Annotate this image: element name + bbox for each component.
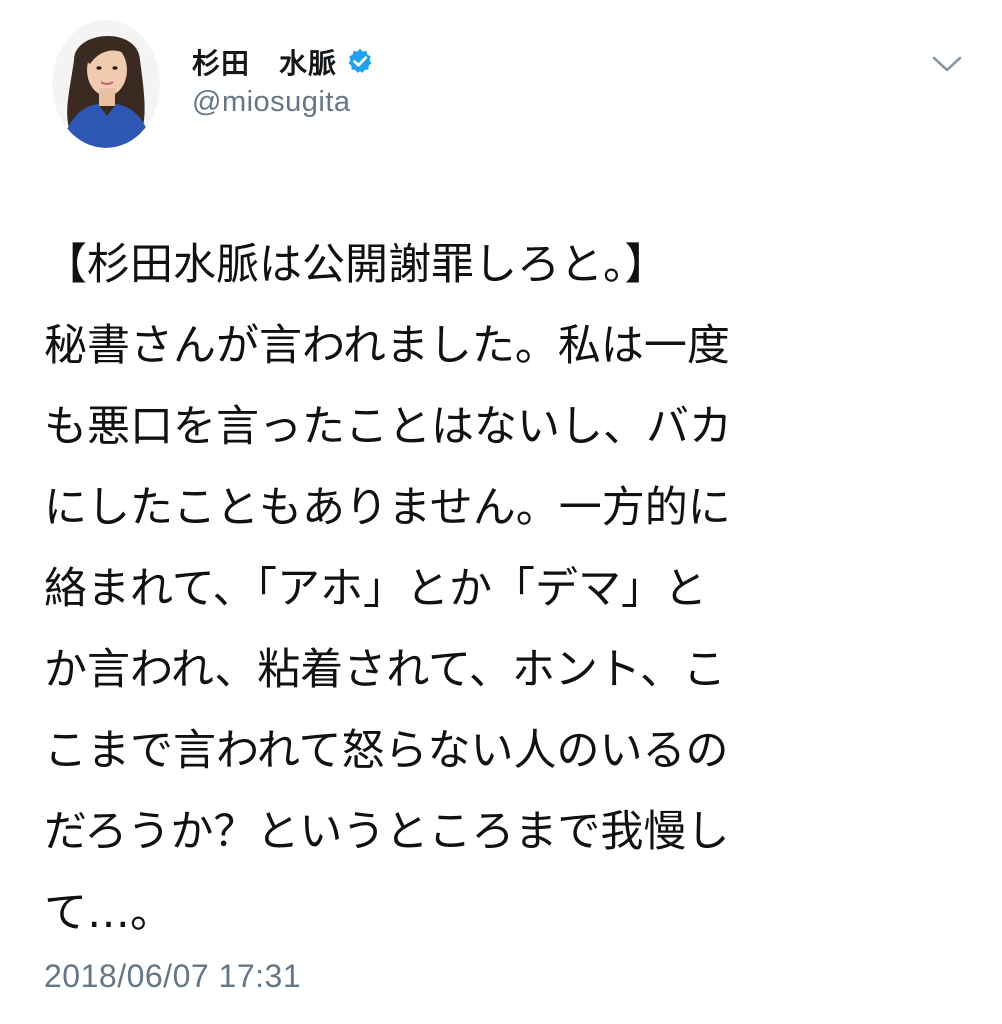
tweet-timestamp[interactable]: 2018/06/07 17:31 (44, 958, 301, 995)
avatar[interactable] (52, 20, 160, 148)
tweet-text: 【杉田水脈は公開謝罪しろと。】 秘書さんが言われました。私は一度 も悪口を言った… (44, 240, 732, 938)
chevron-down-icon[interactable] (930, 52, 964, 76)
profile-photo-icon (52, 20, 160, 148)
author-display-name[interactable]: 杉田 水脈 (192, 42, 337, 82)
author-handle[interactable]: @miosugita (192, 86, 351, 119)
author-name-row[interactable]: 杉田 水脈 (192, 40, 375, 84)
verified-badge-icon (345, 47, 375, 77)
tweet-card: 杉田 水脈 @miosugita 【杉田水脈は公開謝罪しろと。】 秘書さんが言わ… (0, 0, 1002, 1024)
